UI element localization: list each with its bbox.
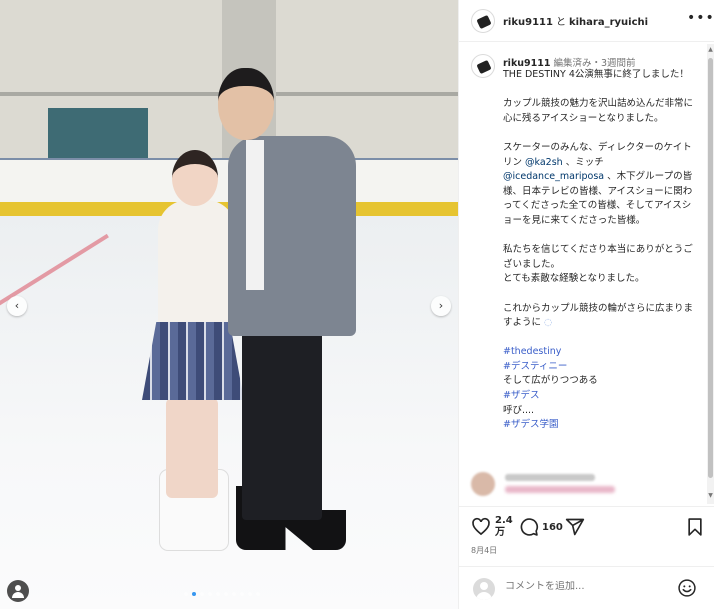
caption-line: THE DESTINY 4公演無事に終了しました！	[503, 69, 689, 80]
chevron-right-icon: ›	[438, 299, 444, 312]
caption-line: 呼び....	[503, 404, 535, 416]
carousel-dots	[184, 592, 260, 596]
mention-link[interactable]: @ka2sh	[525, 157, 563, 168]
comment-composer	[459, 566, 714, 609]
author-joiner: と	[555, 17, 566, 28]
chevron-left-icon: ‹	[14, 299, 20, 312]
caption-line: そして広がりつつある	[503, 375, 598, 387]
comment-icon[interactable]	[519, 517, 539, 537]
bookmark-icon[interactable]	[685, 517, 705, 537]
emoji-icon[interactable]	[677, 578, 697, 598]
ellipsis-icon[interactable]: •••	[687, 10, 714, 26]
carousel-prev-button[interactable]: ‹	[7, 296, 27, 316]
post-actions: 2.4 万 160 8月4日	[459, 506, 714, 566]
skater-woman-vest	[158, 200, 236, 330]
current-user-avatar	[473, 578, 495, 600]
share-icon[interactable]	[565, 517, 585, 537]
carousel-next-button[interactable]: ›	[431, 296, 451, 316]
like-count[interactable]: 2.4 万	[495, 515, 513, 539]
coauthor-username[interactable]: kihara_ryuichi	[569, 17, 648, 28]
carousel-dot	[248, 592, 252, 596]
caption-header: riku9111 編集済み・3週間前	[503, 55, 703, 69]
post-header: riku9111 と kihara_ryuichi •••	[459, 0, 714, 42]
mention-link[interactable]: @icedance_mariposa	[503, 171, 604, 182]
carousel-dot	[208, 592, 212, 596]
carousel-dot	[184, 592, 188, 596]
heart-icon[interactable]	[471, 517, 491, 537]
skater-woman-legs	[166, 398, 218, 498]
scrollbar[interactable]: ▲ ▼	[707, 44, 714, 504]
carousel-dot	[240, 592, 244, 596]
user-tag-icon[interactable]	[7, 580, 29, 602]
caption-paragraph-thanks: スケーターのみんな、ディレクターのケイトリン @ka2sh 、ミッチ @iced…	[503, 141, 693, 226]
caption-paragraph: とても素敵な経験となりました。	[503, 273, 645, 285]
carousel-dot	[256, 592, 260, 596]
skater-man-shirt	[246, 140, 264, 290]
carousel-dot-active	[192, 592, 196, 596]
scroll-up-icon[interactable]: ▲	[707, 46, 714, 54]
caption-paragraph: これからカップル競技の輪がさらに広まりますように ◌	[503, 302, 694, 329]
author-username[interactable]: riku9111	[503, 17, 553, 28]
hashtag-link[interactable]: #デスティニー	[503, 360, 699, 375]
blurred-comment	[471, 468, 697, 500]
carousel-dot	[216, 592, 220, 596]
comment-count[interactable]: 160	[542, 522, 563, 534]
sparkle-emoji-icon: ◌	[544, 317, 553, 329]
hashtag-link[interactable]: #ザデス学園	[503, 418, 699, 433]
caption-paragraph: 私たちを信じてくださり本当にありがとうございました。	[503, 244, 693, 270]
author-avatar[interactable]	[471, 9, 495, 33]
skater-man-head	[218, 68, 274, 140]
post-authors: riku9111 と kihara_ryuichi	[503, 13, 648, 28]
comments-scroll-area[interactable]: riku9111 編集済み・3週間前 THE DESTINY 4公演無事に終了し…	[459, 42, 707, 506]
post-photo[interactable]: ‹ ›	[0, 0, 458, 609]
scroll-down-icon[interactable]: ▼	[707, 492, 714, 500]
comment-input[interactable]	[505, 581, 665, 592]
carousel-dot	[224, 592, 228, 596]
instagram-post-view: ‹ › riku9111 と kihara_ryuichi ••• riku91…	[0, 0, 714, 609]
hashtag-link[interactable]: #thedestiny	[503, 345, 699, 360]
post-side-panel: riku9111 と kihara_ryuichi ••• riku9111 編集済…	[458, 0, 714, 609]
carousel-dot	[232, 592, 236, 596]
caption-avatar[interactable]	[471, 54, 495, 78]
caption-paragraph: カップル競技の魅力を沢山詰め込んだ非常に心に残るアイスショーとなりました。	[503, 98, 694, 124]
carousel-dot	[200, 592, 204, 596]
post-date[interactable]: 8月4日	[471, 545, 497, 556]
scrollbar-thumb[interactable]	[708, 58, 713, 478]
hashtag-link[interactable]: #ザデス	[503, 389, 699, 404]
caption-text: THE DESTINY 4公演無事に終了しました！ カップル競技の魅力を沢山詰め…	[503, 68, 699, 433]
skater-woman-head	[172, 150, 218, 206]
